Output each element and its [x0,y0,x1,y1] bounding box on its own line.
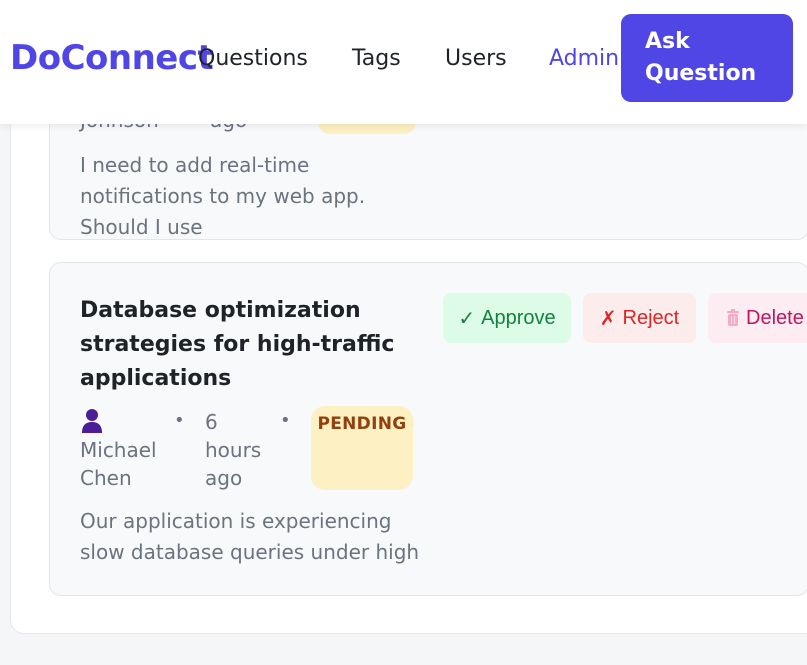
question-author: Michael Chen [80,408,160,492]
delete-label: Delete [746,306,804,329]
question-excerpt: Our application is experiencing slow dat… [80,509,420,564]
question-time: 6 hours ago [205,410,262,490]
trash-icon [727,309,739,326]
delete-button[interactable]: Delete [708,293,807,343]
reject-label: Reject [622,306,680,329]
separator-dot: • [174,410,185,431]
nav-questions[interactable]: Questions [198,46,308,71]
status-badge: PENDING [311,406,413,490]
nav-admin[interactable]: Admin [549,46,619,71]
navbar: DoConnect Questions Tags Users Admin Ask… [0,0,807,124]
check-icon: ✓ [458,307,476,330]
logo[interactable]: DoConnect [10,38,214,78]
ask-question-button[interactable]: Ask Question [621,14,793,102]
question-title[interactable]: Database optimization strategies for hig… [80,294,400,396]
cross-icon: ✗ [599,307,617,330]
author-name: Michael Chen [80,438,157,490]
approve-button[interactable]: ✓ Approve [443,293,571,343]
approve-label: Approve [481,306,556,329]
reject-button[interactable]: ✗ Reject [583,293,696,343]
nav-tags[interactable]: Tags [352,46,401,71]
nav-users[interactable]: Users [445,46,507,71]
separator-dot: • [280,410,291,431]
user-icon [82,409,102,433]
question-excerpt: I need to add real-time notifications to… [80,153,366,239]
